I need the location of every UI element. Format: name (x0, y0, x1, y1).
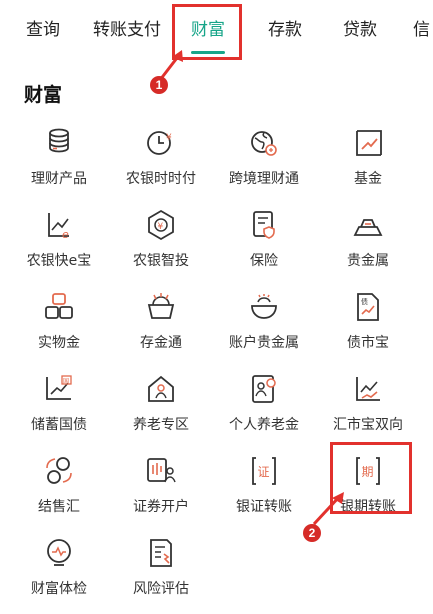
chart-e-icon: e (48, 213, 69, 241)
bowl-icon (251, 294, 277, 319)
coin-stack-icon (49, 128, 69, 153)
annotation-marker-2: 2 (303, 524, 321, 542)
grid-item-label: 跨境理财通 (229, 171, 299, 187)
gold-blocks-icon (45, 293, 73, 319)
tab-deposit[interactable]: 存款 (268, 15, 302, 45)
national-bond-icon: 国 (46, 375, 72, 400)
grid-item-cross-border[interactable]: 跨境理财通 (214, 126, 314, 204)
grid-item-label: 农银时时付 (126, 171, 196, 187)
grid-item-wealth-checkup[interactable]: 财富体检 (9, 536, 109, 614)
house-person-icon (148, 375, 174, 402)
grid-item-label: 实物金 (38, 335, 80, 351)
stock-person-icon (147, 458, 176, 483)
grid-item-label: 基金 (354, 171, 382, 187)
gold-bar-icon (353, 219, 383, 236)
fx-trend-icon (356, 377, 380, 401)
yen-clock-icon: ¥ (147, 131, 172, 155)
grid-item-fund[interactable]: 基金 (318, 126, 418, 204)
grid-item-risk-assessment[interactable]: 风险评估 (111, 536, 211, 614)
grid-item-securities-account[interactable]: 证券开户 (111, 454, 211, 532)
tab-credit[interactable]: 信 (413, 15, 430, 45)
grid-item-label: 银证转账 (236, 499, 292, 515)
grid-item-insurance[interactable]: 保险 (214, 208, 314, 286)
grid-item-label: 贵金属 (347, 253, 389, 269)
grid-item-smart-invest[interactable]: ¥ 农银智投 (111, 208, 211, 286)
hexagon-coin-icon: ¥ (148, 209, 174, 241)
grid-item-label: 养老专区 (133, 417, 189, 433)
grid-item-account-metals[interactable]: 账户贵金属 (214, 290, 314, 368)
grid-item-label: 农银智投 (133, 253, 189, 269)
grid-item-fx-settlement[interactable]: 结售汇 (9, 454, 109, 532)
exchange-icon (46, 457, 72, 484)
grid-item-kuai-e-bao[interactable]: e 农银快e宝 (9, 208, 109, 286)
grid-item-label: 存金通 (140, 335, 182, 351)
grid-item-label: 个人养老金 (229, 417, 299, 433)
grid-item-label: 理财产品 (31, 171, 87, 187)
bond-document-icon: 债 (357, 293, 379, 321)
grid-item-physical-gold[interactable]: 实物金 (9, 290, 109, 368)
grid-item-label: 储蓄国债 (31, 417, 87, 433)
grid-item-wealth-products[interactable]: 理财产品 (9, 126, 109, 204)
checkup-icon (47, 539, 71, 566)
grid-item-label: 财富体检 (31, 581, 87, 597)
grid-item-pension-zone[interactable]: 养老专区 (111, 372, 211, 450)
svg-text:债: 债 (361, 297, 368, 306)
grid-item-fx-two-way[interactable]: 汇市宝双向 (318, 372, 418, 450)
svg-text:¥: ¥ (158, 222, 164, 232)
securities-badge-text: 证 (258, 465, 270, 479)
grid-item-bond-market[interactable]: 债 债市宝 (318, 290, 418, 368)
securities-icon: 证 (252, 457, 276, 485)
grid-item-label: 保险 (250, 253, 278, 269)
pension-card-icon (252, 375, 276, 403)
svg-text:¥: ¥ (166, 133, 172, 143)
grid-item-label: 账户贵金属 (229, 335, 299, 351)
shield-document-icon (253, 211, 275, 239)
tab-loan[interactable]: 贷款 (343, 15, 377, 45)
grid-item-savings-bond[interactable]: 国 储蓄国债 (9, 372, 109, 450)
tab-query[interactable]: 查询 (26, 15, 60, 45)
grid-item-label: 风险评估 (133, 581, 189, 597)
grid-item-label: 结售汇 (38, 499, 80, 515)
grid-item-bank-securities-transfer[interactable]: 证 银证转账 (214, 454, 314, 532)
grid-item-label: 债市宝 (347, 335, 389, 351)
risk-assessment-icon (150, 539, 172, 567)
grid-item-gold-deposit[interactable]: 存金通 (111, 290, 211, 368)
annotation-marker-1: 1 (150, 76, 168, 94)
grid-item-label: 证券开户 (133, 499, 189, 515)
grid-item-precious-metals[interactable]: 贵金属 (318, 208, 418, 286)
trend-chart-icon (356, 130, 382, 156)
section-title: 财富 (24, 84, 63, 106)
svg-text:国: 国 (63, 378, 69, 385)
basket-icon (147, 293, 175, 319)
globe-icon (251, 131, 277, 156)
tab-transfer-payment[interactable]: 转账支付 (93, 15, 161, 45)
grid-item-label: 农银快e宝 (26, 253, 92, 269)
svg-text:e: e (62, 228, 69, 241)
grid-item-abc-pay[interactable]: ¥ 农银时时付 (111, 126, 211, 204)
grid-item-personal-pension[interactable]: 个人养老金 (214, 372, 314, 450)
grid-item-label: 汇市宝双向 (333, 417, 403, 433)
